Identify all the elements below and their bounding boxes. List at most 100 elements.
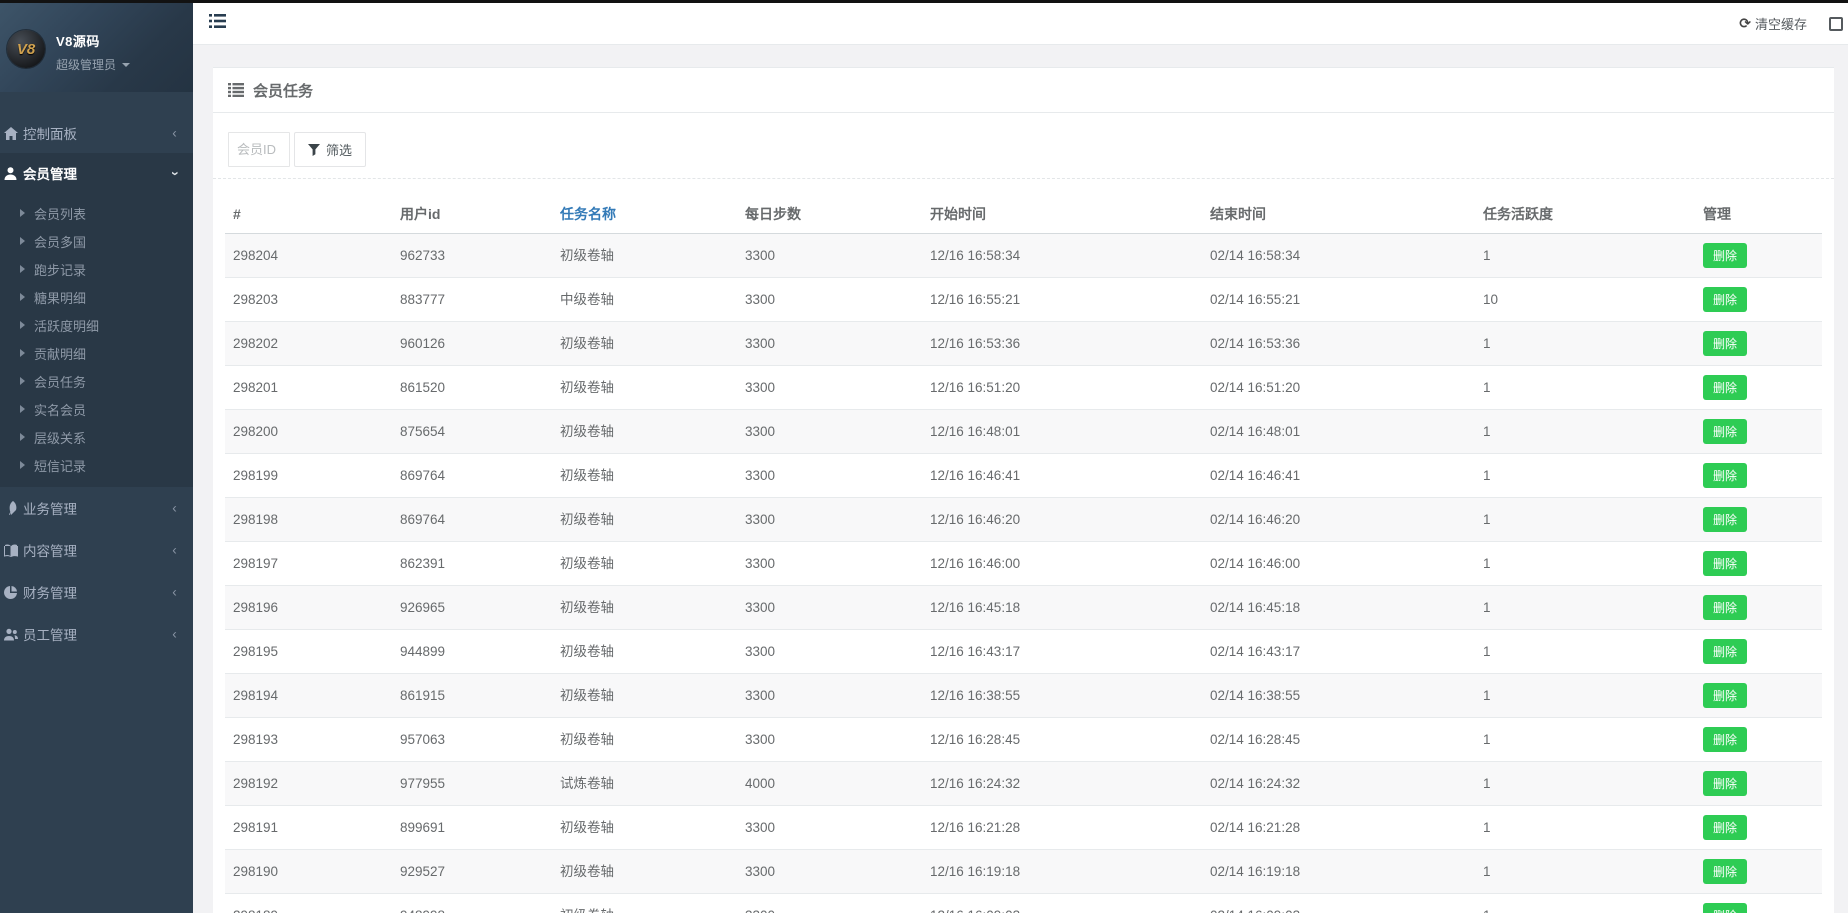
sidebar-subitem[interactable]: 层级关系 bbox=[0, 423, 193, 451]
sidebar-item-staff[interactable]: 员工管理 ‹ bbox=[0, 613, 193, 655]
member-task-panel: 会员任务 筛选 bbox=[213, 67, 1834, 913]
sidebar-profile[interactable]: V8 V8源码 超级管理员 bbox=[0, 0, 193, 92]
table-cell: 298194 bbox=[225, 674, 392, 718]
table-cell: 12/16 16:38:55 bbox=[922, 674, 1202, 718]
table-cell: 02/14 16:19:18 bbox=[1202, 850, 1475, 894]
delete-button[interactable]: 删除 bbox=[1703, 815, 1747, 840]
table-cell: 02/14 16:46:00 bbox=[1202, 542, 1475, 586]
delete-button[interactable]: 删除 bbox=[1703, 551, 1747, 576]
delete-button[interactable]: 删除 bbox=[1703, 727, 1747, 752]
table-row: 298193957063初级卷轴330012/16 16:28:4502/14 … bbox=[225, 718, 1822, 762]
table-cell-manage: 删除 bbox=[1695, 234, 1822, 278]
table-cell: 02/14 16:24:32 bbox=[1202, 762, 1475, 806]
delete-button[interactable]: 删除 bbox=[1703, 859, 1747, 884]
table-row: 298202960126初级卷轴330012/16 16:53:3602/14 … bbox=[225, 322, 1822, 366]
sidebar-item-label: 业务管理 bbox=[23, 498, 77, 518]
column-header-manage: 管理 bbox=[1695, 197, 1822, 234]
table-cell: 12/16 16:51:20 bbox=[922, 366, 1202, 410]
staff-icon bbox=[3, 628, 18, 641]
table-row: 298200875654初级卷轴330012/16 16:48:0102/14 … bbox=[225, 410, 1822, 454]
table-cell: 3300 bbox=[737, 850, 922, 894]
column-header-task-name[interactable]: 任务名称 bbox=[552, 197, 737, 234]
delete-button[interactable]: 删除 bbox=[1703, 243, 1747, 268]
member-id-input[interactable] bbox=[228, 132, 290, 167]
sidebar-item-dashboard[interactable]: 控制面板 ‹ bbox=[0, 113, 193, 153]
table-cell-manage: 删除 bbox=[1695, 278, 1822, 322]
table-cell: 初级卷轴 bbox=[552, 322, 737, 366]
table-row: 298191899691初级卷轴330012/16 16:21:2802/14 … bbox=[225, 806, 1822, 850]
sidebar-subitem[interactable]: 活跃度明细 bbox=[0, 311, 193, 339]
delete-button[interactable]: 删除 bbox=[1703, 507, 1747, 532]
filter-button[interactable]: 筛选 bbox=[294, 132, 366, 167]
sidebar-subitem[interactable]: 贡献明细 bbox=[0, 339, 193, 367]
table-cell-manage: 删除 bbox=[1695, 410, 1822, 454]
table-cell: 10 bbox=[1475, 278, 1695, 322]
sidebar-item-content[interactable]: 内容管理 ‹ bbox=[0, 529, 193, 571]
table-cell: 298191 bbox=[225, 806, 392, 850]
chevron-left-icon: ‹ bbox=[172, 627, 177, 641]
table-cell: 初级卷轴 bbox=[552, 454, 737, 498]
delete-button[interactable]: 删除 bbox=[1703, 463, 1747, 488]
table-cell: 初级卷轴 bbox=[552, 586, 737, 630]
table-cell: 298189 bbox=[225, 894, 392, 913]
triangle-right-icon bbox=[20, 293, 25, 301]
sidebar-subitem[interactable]: 糖果明细 bbox=[0, 283, 193, 311]
delete-button[interactable]: 删除 bbox=[1703, 287, 1747, 312]
table-cell: 977955 bbox=[392, 762, 552, 806]
delete-button[interactable]: 删除 bbox=[1703, 595, 1747, 620]
sidebar-item-member-management[interactable]: 会员管理 ‹ bbox=[0, 153, 193, 193]
delete-button[interactable]: 删除 bbox=[1703, 903, 1747, 913]
table-row: 298199869764初级卷轴330012/16 16:46:4102/14 … bbox=[225, 454, 1822, 498]
table-row: 298197862391初级卷轴330012/16 16:46:0002/14 … bbox=[225, 542, 1822, 586]
table-cell: 298204 bbox=[225, 234, 392, 278]
delete-button[interactable]: 删除 bbox=[1703, 639, 1747, 664]
sidebar-subitem[interactable]: 短信记录 bbox=[0, 451, 193, 479]
table-cell: 1 bbox=[1475, 806, 1695, 850]
home-icon bbox=[3, 127, 18, 140]
delete-button[interactable]: 删除 bbox=[1703, 375, 1747, 400]
table-cell: 3300 bbox=[737, 674, 922, 718]
sidebar-subitem[interactable]: 会员任务 bbox=[0, 367, 193, 395]
table-cell: 02/14 16:45:18 bbox=[1202, 586, 1475, 630]
table-cell: 298192 bbox=[225, 762, 392, 806]
sidebar-item-business[interactable]: 业务管理 ‹ bbox=[0, 487, 193, 529]
sidebar-item-finance[interactable]: 财务管理 ‹ bbox=[0, 571, 193, 613]
triangle-right-icon bbox=[20, 349, 25, 357]
table-cell: 3300 bbox=[737, 278, 922, 322]
delete-button[interactable]: 删除 bbox=[1703, 419, 1747, 444]
sidebar-item-label: 会员管理 bbox=[23, 163, 77, 183]
table-row: 298189948998初级卷轴330012/16 16:09:0302/14 … bbox=[225, 894, 1822, 913]
table-cell: 3300 bbox=[737, 410, 922, 454]
delete-button[interactable]: 删除 bbox=[1703, 331, 1747, 356]
table-cell: 02/14 16:53:36 bbox=[1202, 322, 1475, 366]
table-cell: 02/14 16:48:01 bbox=[1202, 410, 1475, 454]
table-cell: 1 bbox=[1475, 366, 1695, 410]
triangle-right-icon bbox=[20, 377, 25, 385]
triangle-right-icon bbox=[20, 209, 25, 217]
logout-icon[interactable] bbox=[1829, 17, 1843, 31]
table-cell: 962733 bbox=[392, 234, 552, 278]
table-cell: 1 bbox=[1475, 674, 1695, 718]
table-cell: 298199 bbox=[225, 454, 392, 498]
table-cell: 12/16 16:46:41 bbox=[922, 454, 1202, 498]
table-wrap: # 用户id 任务名称 每日步数 开始时间 结束时间 任务活跃度 管理 2982… bbox=[213, 179, 1834, 913]
table-cell: 869764 bbox=[392, 454, 552, 498]
triangle-right-icon bbox=[20, 433, 25, 441]
column-header-task-activity: 任务活跃度 bbox=[1475, 197, 1695, 234]
column-header-user-id: 用户id bbox=[392, 197, 552, 234]
table-cell: 12/16 16:09:03 bbox=[922, 894, 1202, 913]
sidebar-toggle-button[interactable] bbox=[209, 14, 226, 33]
table-cell: 899691 bbox=[392, 806, 552, 850]
sidebar-subitem[interactable]: 会员多国 bbox=[0, 227, 193, 255]
column-header-start-time: 开始时间 bbox=[922, 197, 1202, 234]
clear-cache-button[interactable]: ⟳ 清空缓存 bbox=[1739, 14, 1807, 33]
chevron-left-icon: ‹ bbox=[172, 126, 177, 140]
delete-button[interactable]: 删除 bbox=[1703, 771, 1747, 796]
sidebar-subitem[interactable]: 实名会员 bbox=[0, 395, 193, 423]
profile-role-dropdown[interactable]: 超级管理员 bbox=[56, 56, 130, 73]
sidebar-subitem-label: 会员任务 bbox=[34, 372, 86, 391]
sidebar-subitem[interactable]: 会员列表 bbox=[0, 199, 193, 227]
table-cell: 3300 bbox=[737, 542, 922, 586]
delete-button[interactable]: 删除 bbox=[1703, 683, 1747, 708]
sidebar-subitem[interactable]: 跑步记录 bbox=[0, 255, 193, 283]
